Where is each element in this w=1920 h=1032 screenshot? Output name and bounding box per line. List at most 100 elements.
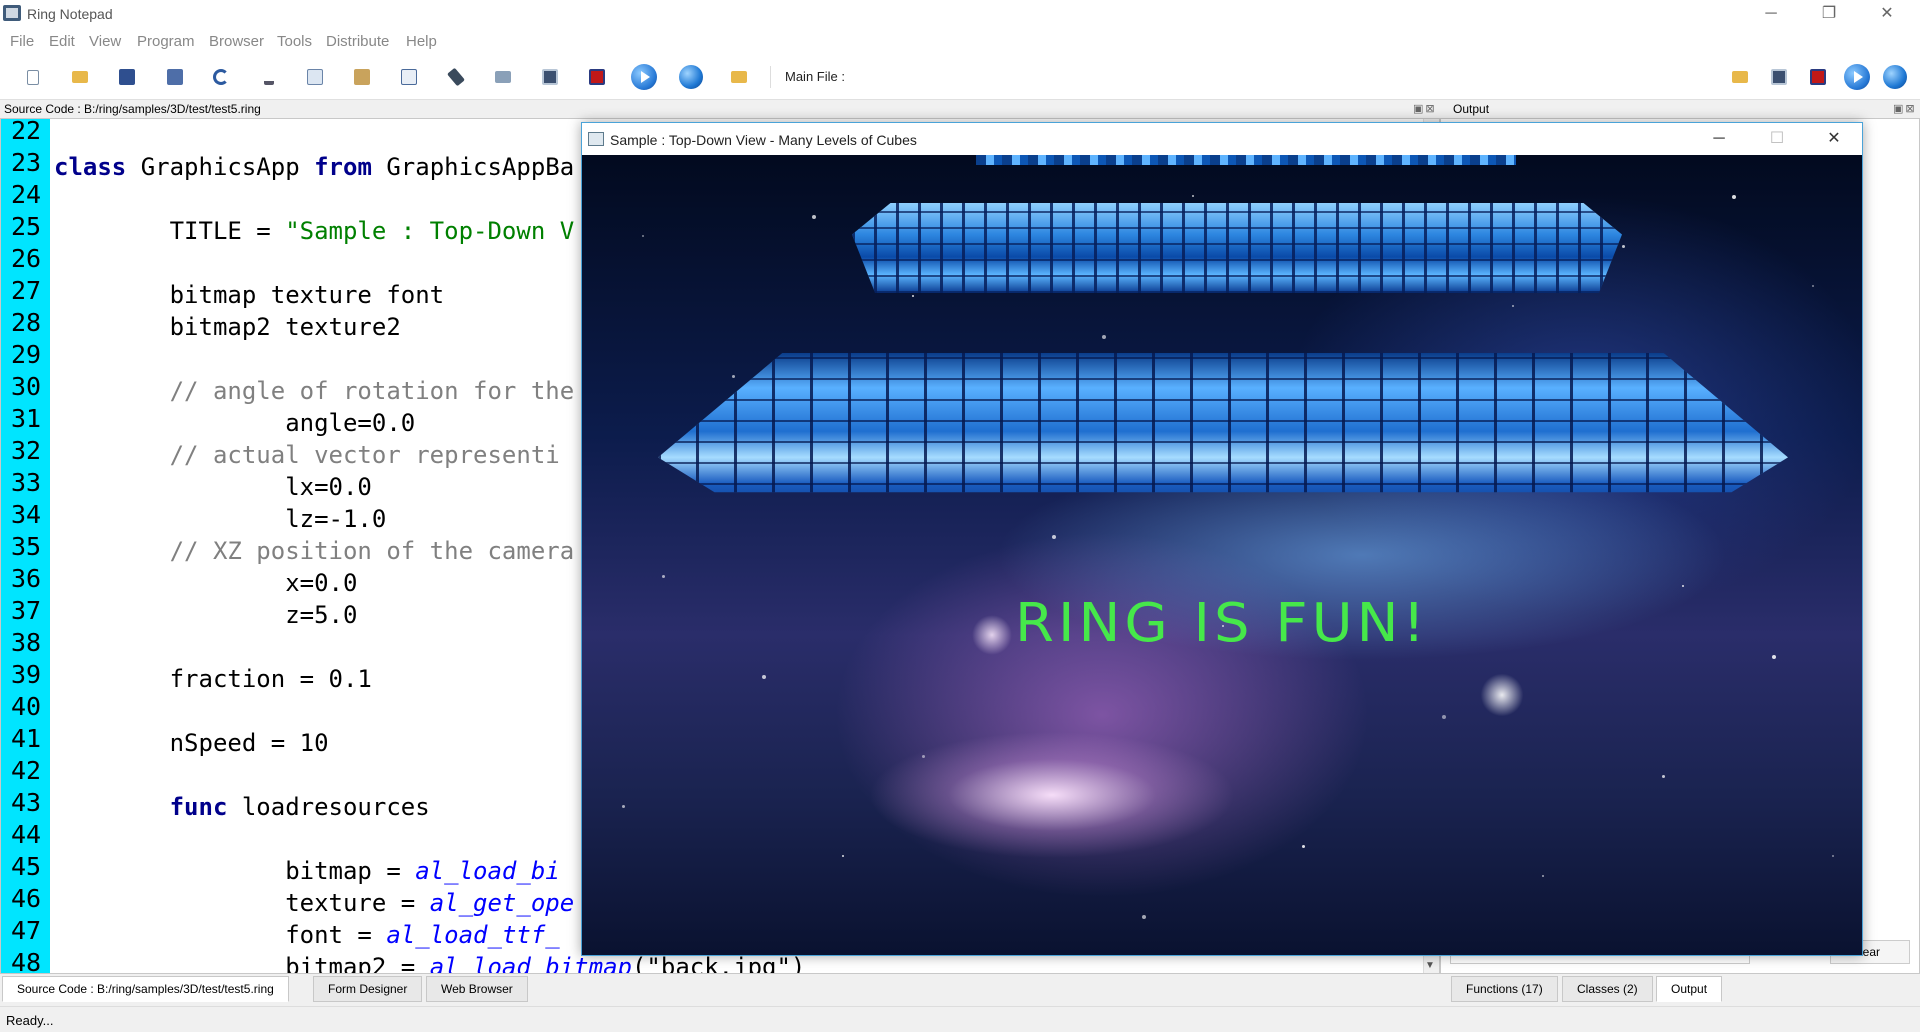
- line-number: 22: [11, 118, 42, 145]
- graphics-maximize-button[interactable]: ☐: [1748, 123, 1806, 155]
- close-button[interactable]: ✕: [1858, 0, 1916, 28]
- star: [662, 575, 665, 578]
- tab-web-browser[interactable]: Web Browser: [426, 976, 528, 1002]
- cut-icon[interactable]: [256, 64, 282, 90]
- open-folder-icon[interactable]: [67, 64, 93, 90]
- tab-functions[interactable]: Functions (17): [1451, 976, 1558, 1002]
- paste-icon[interactable]: [349, 64, 375, 90]
- bottom-tab-bar: Source Code : B:/ring/samples/3D/test/te…: [0, 974, 1920, 1006]
- code-line-34: lz=-1.0: [54, 505, 387, 533]
- line-number: 24: [11, 180, 42, 209]
- line-number: 36: [11, 564, 42, 593]
- tab-source-code[interactable]: Source Code : B:/ring/samples/3D/test/te…: [2, 976, 289, 1002]
- source-panel-dock-icons[interactable]: ▣⊠: [1413, 102, 1437, 115]
- star: [922, 755, 925, 758]
- run-gui-main-icon[interactable]: [1805, 64, 1831, 90]
- run-icon[interactable]: [631, 64, 657, 90]
- run-main-icon[interactable]: [1844, 64, 1870, 90]
- star: [1542, 875, 1544, 877]
- code-line-36: x=0.0: [54, 569, 358, 597]
- cube-slab-top: [976, 155, 1516, 165]
- line-number: 27: [11, 276, 42, 305]
- output-panel-dock-icons[interactable]: ▣⊠: [1893, 102, 1917, 115]
- status-bar: Ready...: [0, 1006, 1920, 1032]
- line-number: 23: [11, 148, 42, 177]
- scroll-down-arrow-icon[interactable]: ▼: [1425, 960, 1435, 971]
- status-text: Ready...: [6, 1013, 54, 1028]
- tab-form-designer[interactable]: Form Designer: [313, 976, 423, 1002]
- graphics-minimize-button[interactable]: ─: [1690, 123, 1748, 155]
- window-title: Ring Notepad: [27, 6, 113, 22]
- line-number: 32: [11, 436, 42, 465]
- code-line-43: func loadresources: [54, 791, 430, 823]
- menu-program[interactable]: Program: [137, 33, 195, 50]
- code-line-37: z=5.0: [54, 601, 358, 629]
- line-number: 28: [11, 308, 42, 337]
- tab-classes[interactable]: Classes (2): [1562, 976, 1653, 1002]
- code-line-30: // angle of rotation for the: [54, 377, 575, 405]
- print-icon[interactable]: [490, 64, 516, 90]
- star: [1832, 855, 1834, 857]
- menu-browser[interactable]: Browser: [209, 33, 264, 50]
- line-number: 34: [11, 500, 42, 529]
- open-main-file-icon[interactable]: [726, 64, 752, 90]
- debug-icon[interactable]: [537, 64, 563, 90]
- code-text: texture =: [54, 889, 430, 917]
- graphics-window[interactable]: Sample : Top-Down View - Many Levels of …: [581, 122, 1863, 956]
- code-line-28: bitmap2 texture2: [54, 313, 401, 341]
- code-text: bitmap =: [54, 857, 416, 885]
- open-main-file-icon-right[interactable]: [1727, 64, 1753, 90]
- web-main-icon[interactable]: [1882, 64, 1908, 90]
- save-as-icon[interactable]: [162, 64, 188, 90]
- save-icon[interactable]: [114, 64, 140, 90]
- code-line-32: // actual vector representi: [54, 441, 560, 469]
- graphics-window-title-bar[interactable]: Sample : Top-Down View - Many Levels of …: [582, 123, 1862, 155]
- copy-icon[interactable]: [302, 64, 328, 90]
- line-number: 29: [11, 340, 42, 369]
- star: [1682, 585, 1684, 587]
- code-line-39: fraction = 0.1: [54, 665, 372, 693]
- function-call: al_get_ope: [429, 889, 575, 917]
- tab-output[interactable]: Output: [1656, 976, 1723, 1002]
- web-browser-icon[interactable]: [678, 64, 704, 90]
- star: [1662, 775, 1665, 778]
- font-icon[interactable]: [396, 64, 422, 90]
- undo-icon[interactable]: [208, 64, 234, 90]
- find-icon[interactable]: [443, 64, 469, 90]
- code-text: font =: [54, 921, 387, 949]
- menu-edit[interactable]: Edit: [49, 33, 75, 50]
- code-line-23: class GraphicsApp from GraphicsAppBa: [54, 151, 574, 183]
- menu-tools[interactable]: Tools: [277, 33, 312, 50]
- line-number: 35: [11, 532, 42, 561]
- menu-view[interactable]: View: [89, 33, 121, 50]
- star: [1442, 715, 1446, 719]
- 3d-scene-canvas[interactable]: RING IS FUN!: [582, 155, 1862, 955]
- line-number: 31: [11, 404, 42, 433]
- graphics-close-button[interactable]: ✕: [1805, 123, 1863, 155]
- string-literal: "Sample : Top-Down V: [285, 217, 575, 245]
- code-line-35: // XZ position of the camera: [54, 537, 575, 565]
- main-file-label: Main File :: [785, 69, 845, 84]
- star: [1052, 535, 1056, 539]
- menu-file[interactable]: File: [10, 33, 34, 50]
- ring-notepad-app: Ring Notepad ─ ❐ ✕ File Edit View Progra…: [0, 0, 1920, 1032]
- keyword: func: [169, 793, 228, 821]
- debug-main-icon[interactable]: [1766, 64, 1792, 90]
- run-gui-icon[interactable]: [584, 64, 610, 90]
- line-number: 47: [11, 916, 42, 945]
- cube-slab-bottom: [658, 353, 1788, 527]
- keyword: class: [54, 153, 127, 181]
- menu-help[interactable]: Help: [406, 33, 437, 50]
- line-number: 40: [11, 692, 42, 721]
- minimize-button[interactable]: ─: [1742, 0, 1800, 28]
- code-line-45: bitmap = al_load_bi: [54, 855, 560, 887]
- star: [842, 855, 844, 857]
- ring-is-fun-text: RING IS FUN!: [1015, 592, 1429, 655]
- output-panel-header: Output ▣⊠: [1440, 100, 1920, 118]
- new-file-icon[interactable]: [20, 64, 46, 90]
- menu-distribute[interactable]: Distribute: [326, 33, 389, 50]
- title-bar: Ring Notepad ─ ❐ ✕: [0, 0, 1920, 28]
- star: [1142, 915, 1146, 919]
- line-number: 37: [11, 596, 42, 625]
- restore-button[interactable]: ❐: [1800, 0, 1858, 28]
